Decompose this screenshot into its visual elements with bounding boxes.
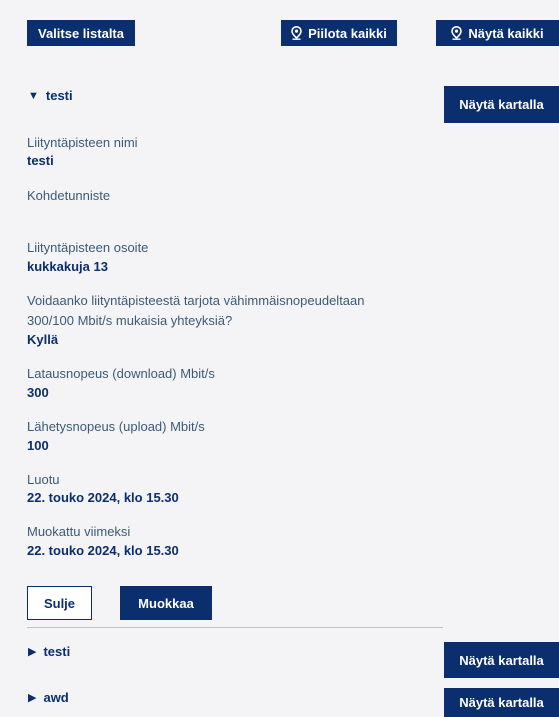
item-summary-toggle[interactable]: ▼ testi — [28, 88, 73, 103]
show-on-map-label: Näytä kartalla — [459, 695, 544, 710]
item-summary-toggle[interactable]: ▶ awd — [28, 690, 69, 705]
edit-button-label: Muokkaa — [138, 595, 194, 611]
edit-button[interactable]: Muokkaa — [120, 586, 212, 620]
item-title: awd — [43, 690, 69, 705]
select-from-list-label: Valitse listalta — [38, 25, 124, 41]
triangle-right-icon: ▶ — [28, 646, 37, 658]
field-value-name: testi — [27, 153, 54, 168]
hide-all-button[interactable]: Piilota kaikki — [281, 20, 397, 46]
field-label-download: Latausnopeus (download) Mbit/s — [27, 366, 215, 381]
field-value-download: 300 — [27, 385, 49, 400]
field-value-upload: 100 — [27, 438, 49, 453]
show-on-map-label: Näytä kartalla — [459, 97, 544, 112]
field-label-name: Liityntäpisteen nimi — [27, 135, 138, 150]
field-value-address: kukkakuja 13 — [27, 259, 108, 274]
field-label-upload: Lähetysnopeus (upload) Mbit/s — [27, 419, 205, 434]
show-on-map-button[interactable]: Näytä kartalla — [444, 86, 559, 123]
field-label-min-speed-line1: Voidaanko liityntäpisteestä tarjota vähi… — [27, 293, 365, 308]
item-summary-toggle[interactable]: ▶ testi — [28, 644, 70, 659]
location-pin-icon — [291, 26, 302, 40]
hide-all-label: Piilota kaikki — [308, 25, 387, 41]
divider — [27, 627, 443, 628]
field-label-modified: Muokattu viimeksi — [27, 524, 131, 539]
show-all-label: Näytä kaikki — [468, 25, 544, 41]
field-value-modified: 22. touko 2024, klo 15.30 — [27, 543, 179, 558]
show-on-map-button[interactable]: Näytä kartalla — [444, 688, 559, 717]
show-on-map-label: Näytä kartalla — [459, 652, 544, 668]
item-title: testi — [43, 644, 71, 659]
field-value-min-speed: Kyllä — [27, 332, 59, 347]
close-button[interactable]: Sulje — [27, 586, 92, 620]
item-title: testi — [45, 88, 73, 103]
field-label-min-speed-line2: 300/100 Mbit/s mukaisia yhteyksiä? — [27, 313, 233, 328]
close-button-label: Sulje — [43, 595, 76, 611]
field-value-created: 22. touko 2024, klo 15.30 — [27, 490, 179, 505]
location-pin-icon — [451, 26, 463, 40]
triangle-down-icon: ▼ — [28, 89, 39, 102]
triangle-right-icon: ▶ — [28, 692, 37, 704]
show-on-map-button[interactable]: Näytä kartalla — [444, 642, 559, 678]
field-label-address: Liityntäpisteen osoite — [27, 240, 149, 255]
select-from-list-button[interactable]: Valitse listalta — [27, 20, 135, 46]
field-label-target-id: Kohdetunniste — [27, 188, 111, 203]
field-label-created: Luotu — [27, 472, 60, 487]
show-all-button[interactable]: Näytä kaikki — [436, 20, 559, 46]
